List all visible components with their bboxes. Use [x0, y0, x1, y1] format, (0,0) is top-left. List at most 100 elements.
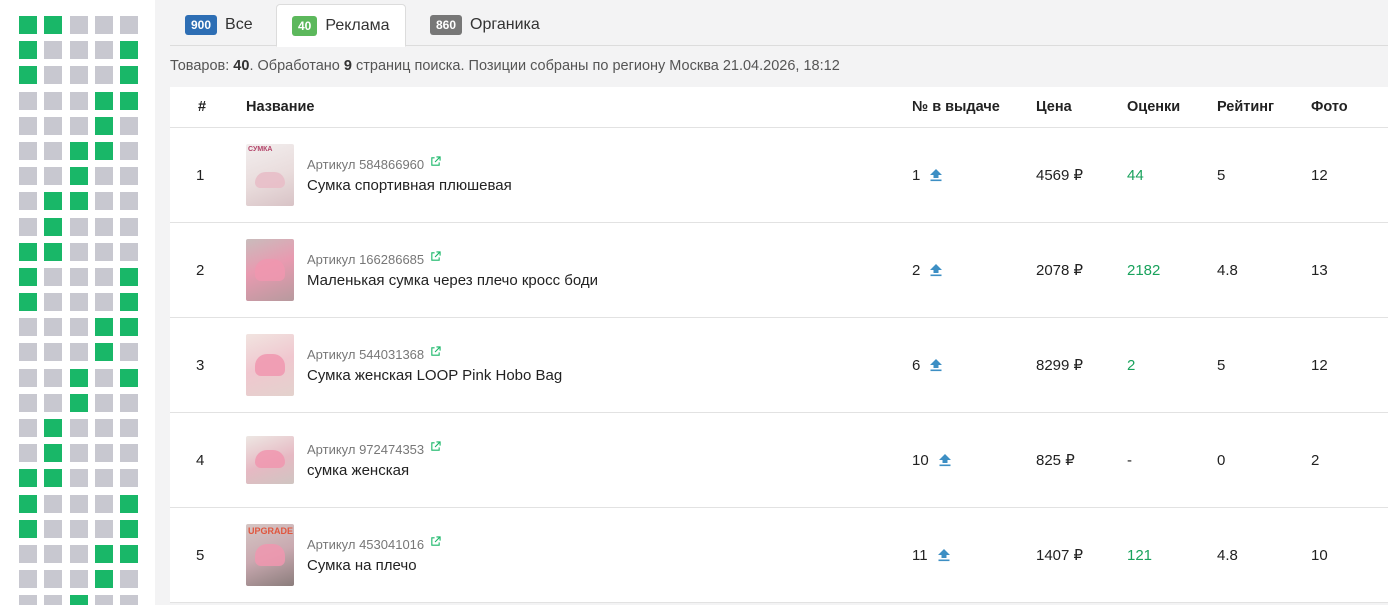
grid-cell-filled[interactable] — [19, 293, 37, 312]
grid-cell-empty[interactable] — [94, 444, 113, 463]
reviews-link[interactable]: 2182 — [1127, 262, 1217, 279]
product-name[interactable]: сумка женская — [307, 462, 441, 479]
grid-cell-empty[interactable] — [94, 41, 113, 60]
grid-cell-filled[interactable] — [19, 66, 37, 85]
grid-cell-filled[interactable] — [44, 419, 63, 437]
grid-cell-empty[interactable] — [19, 419, 37, 437]
product-name[interactable]: Сумка спортивная плюшевая — [307, 177, 512, 194]
grid-cell-empty[interactable] — [120, 192, 138, 211]
header-name[interactable]: Название — [246, 99, 912, 115]
grid-cell-filled[interactable] — [19, 242, 37, 261]
tab-organic[interactable]: 860 Органика — [415, 4, 555, 46]
grid-cell-empty[interactable] — [69, 318, 88, 337]
grid-cell-empty[interactable] — [44, 41, 63, 60]
grid-cell-empty[interactable] — [19, 544, 37, 563]
grid-cell-filled[interactable] — [120, 544, 138, 563]
product-thumbnail[interactable] — [246, 239, 294, 301]
grid-cell-empty[interactable] — [120, 217, 138, 236]
grid-cell-empty[interactable] — [69, 267, 88, 286]
grid-cell-empty[interactable] — [94, 267, 113, 286]
grid-cell-empty[interactable] — [44, 66, 63, 85]
grid-cell-empty[interactable] — [44, 343, 63, 362]
grid-cell-filled[interactable] — [120, 91, 138, 110]
grid-cell-empty[interactable] — [19, 393, 37, 412]
grid-cell-filled[interactable] — [69, 141, 88, 160]
grid-cell-empty[interactable] — [120, 595, 138, 605]
grid-cell-empty[interactable] — [69, 217, 88, 236]
grid-cell-empty[interactable] — [44, 595, 63, 605]
grid-cell-empty[interactable] — [44, 519, 63, 538]
grid-cell-empty[interactable] — [19, 167, 37, 186]
grid-cell-empty[interactable] — [94, 192, 113, 211]
grid-cell-empty[interactable] — [94, 595, 113, 605]
grid-cell-empty[interactable] — [69, 544, 88, 563]
external-link-icon[interactable] — [430, 250, 441, 262]
header-rating[interactable]: Рейтинг — [1217, 99, 1311, 115]
grid-cell-empty[interactable] — [69, 91, 88, 110]
grid-cell-empty[interactable] — [94, 217, 113, 236]
grid-cell-empty[interactable] — [69, 16, 88, 34]
grid-cell-empty[interactable] — [120, 570, 138, 589]
grid-cell-empty[interactable] — [44, 167, 63, 186]
header-price[interactable]: Цена — [1036, 99, 1127, 115]
header-photos[interactable]: Фото — [1311, 99, 1388, 115]
grid-cell-empty[interactable] — [94, 494, 113, 513]
external-link-icon[interactable] — [430, 155, 441, 167]
grid-cell-empty[interactable] — [44, 393, 63, 412]
grid-cell-empty[interactable] — [69, 444, 88, 463]
grid-cell-empty[interactable] — [69, 570, 88, 589]
product-thumbnail[interactable] — [246, 436, 294, 484]
grid-cell-empty[interactable] — [19, 192, 37, 211]
grid-cell-empty[interactable] — [19, 141, 37, 160]
header-position[interactable]: № в выдаче — [912, 99, 1036, 115]
grid-cell-empty[interactable] — [44, 116, 63, 135]
external-link-icon[interactable] — [430, 535, 441, 547]
grid-cell-filled[interactable] — [44, 217, 63, 236]
grid-cell-empty[interactable] — [69, 41, 88, 60]
product-thumbnail[interactable]: СУМКА — [246, 144, 294, 206]
product-thumbnail[interactable] — [246, 334, 294, 396]
grid-cell-filled[interactable] — [19, 519, 37, 538]
grid-cell-filled[interactable] — [120, 267, 138, 286]
product-name[interactable]: Сумка женская LOOP Pink Hobo Bag — [307, 367, 562, 384]
grid-cell-empty[interactable] — [44, 91, 63, 110]
grid-cell-filled[interactable] — [94, 91, 113, 110]
grid-cell-filled[interactable] — [44, 192, 63, 211]
grid-cell-empty[interactable] — [19, 91, 37, 110]
grid-cell-empty[interactable] — [19, 570, 37, 589]
grid-cell-filled[interactable] — [44, 16, 63, 34]
grid-cell-empty[interactable] — [19, 217, 37, 236]
grid-cell-empty[interactable] — [44, 544, 63, 563]
grid-cell-empty[interactable] — [19, 343, 37, 362]
grid-cell-empty[interactable] — [120, 141, 138, 160]
grid-cell-filled[interactable] — [19, 267, 37, 286]
grid-cell-empty[interactable] — [19, 318, 37, 337]
grid-cell-empty[interactable] — [44, 267, 63, 286]
grid-cell-filled[interactable] — [19, 16, 37, 34]
grid-cell-empty[interactable] — [44, 494, 63, 513]
grid-cell-filled[interactable] — [120, 41, 138, 60]
grid-cell-empty[interactable] — [69, 494, 88, 513]
grid-cell-filled[interactable] — [120, 494, 138, 513]
external-link-icon[interactable] — [430, 440, 441, 452]
grid-cell-empty[interactable] — [69, 66, 88, 85]
grid-cell-filled[interactable] — [94, 141, 113, 160]
grid-cell-empty[interactable] — [120, 419, 138, 437]
grid-cell-empty[interactable] — [19, 116, 37, 135]
grid-cell-empty[interactable] — [69, 519, 88, 538]
grid-cell-filled[interactable] — [120, 519, 138, 538]
grid-cell-empty[interactable] — [44, 293, 63, 312]
product-name[interactable]: Сумка на плечо — [307, 557, 441, 574]
grid-cell-empty[interactable] — [19, 368, 37, 387]
grid-cell-filled[interactable] — [94, 116, 113, 135]
grid-cell-filled[interactable] — [44, 469, 63, 488]
grid-cell-filled[interactable] — [120, 66, 138, 85]
header-reviews[interactable]: Оценки — [1127, 99, 1217, 115]
grid-cell-empty[interactable] — [120, 469, 138, 488]
grid-cell-empty[interactable] — [94, 469, 113, 488]
grid-cell-filled[interactable] — [120, 293, 138, 312]
grid-cell-filled[interactable] — [69, 595, 88, 605]
grid-cell-empty[interactable] — [94, 16, 113, 34]
tab-all[interactable]: 900 Все — [170, 4, 268, 46]
grid-cell-filled[interactable] — [94, 544, 113, 563]
